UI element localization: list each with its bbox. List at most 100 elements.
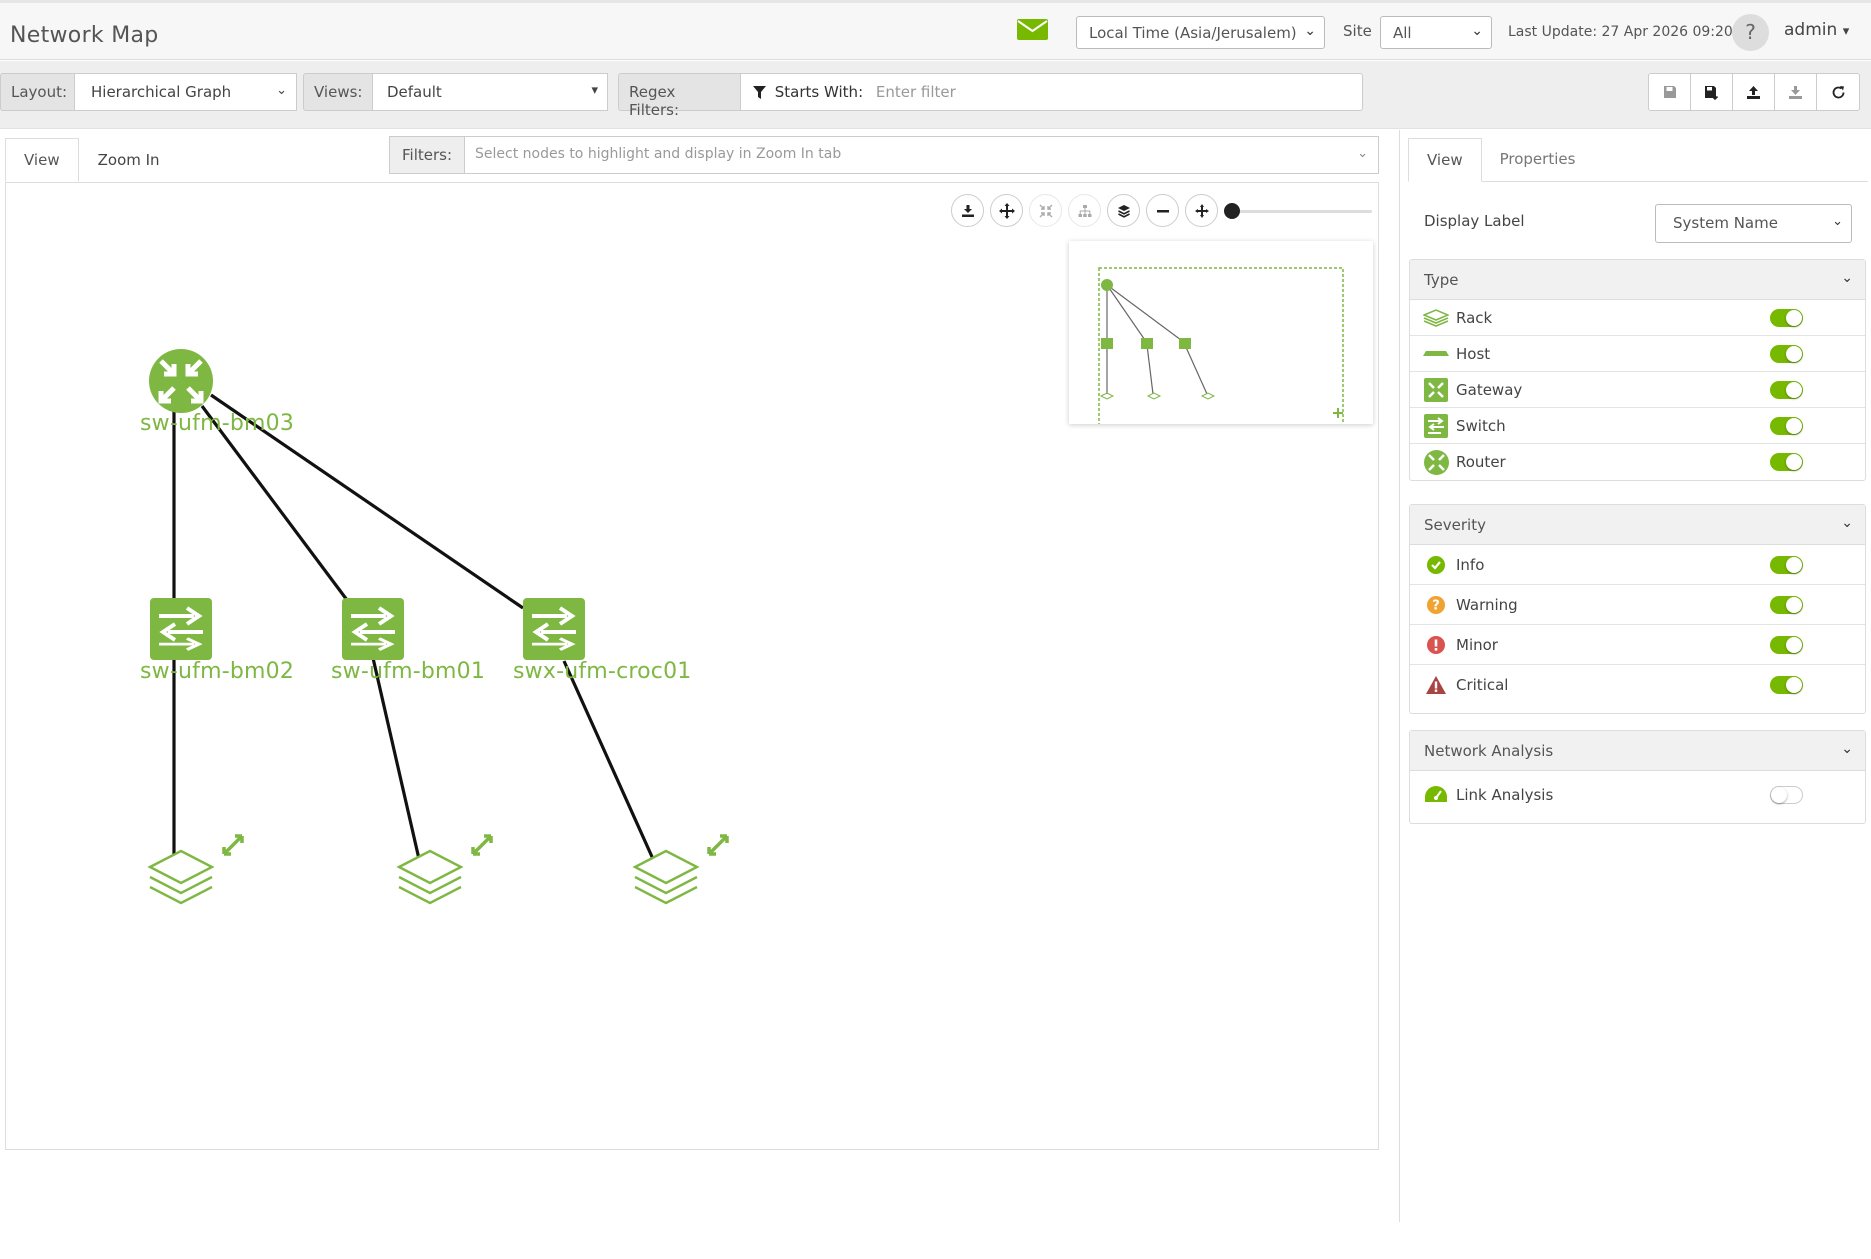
- filter-row-link-analysis: Link Analysis: [1410, 775, 1865, 815]
- graph-link[interactable]: [371, 657, 421, 860]
- chevron-down-icon: ⌄: [276, 83, 287, 98]
- host-icon: [1422, 344, 1450, 364]
- filter-icon: [753, 85, 766, 99]
- tab-view[interactable]: View: [5, 138, 79, 182]
- display-label-value: System Name: [1673, 214, 1778, 232]
- severity-section: Severity ⌄ Info? Warning Minor Critical: [1409, 504, 1866, 714]
- network-analysis-section-header[interactable]: Network Analysis ⌄: [1410, 731, 1865, 771]
- download-icon[interactable]: [1775, 74, 1817, 110]
- switch-node[interactable]: [148, 596, 214, 662]
- chevron-down-icon: ⌄: [1841, 515, 1853, 531]
- help-button[interactable]: ?: [1732, 14, 1769, 51]
- filter-row-label: Warning: [1456, 595, 1518, 614]
- type-section-header[interactable]: Type ⌄: [1410, 260, 1865, 300]
- toggle-switch[interactable]: [1770, 308, 1803, 327]
- switch-icon: [148, 596, 214, 662]
- filter-row-rack: Rack: [1410, 300, 1865, 336]
- rack-icon: [148, 849, 214, 905]
- toggle-switch[interactable]: [1770, 676, 1803, 694]
- router-icon: [149, 349, 213, 413]
- filter-row-info: Info: [1410, 545, 1865, 585]
- toggle-switch[interactable]: [1770, 344, 1803, 363]
- toggle-switch[interactable]: [1770, 555, 1803, 574]
- network-graph-canvas[interactable]: sw-ufm-bm03 sw-ufm-bm02 sw-ufm-bm01 swx-ufm…: [5, 182, 1379, 1150]
- switch-icon: [1422, 413, 1450, 438]
- header: Network Map Local Time (Asia/Jerusalem) …: [0, 0, 1871, 60]
- filter-row-label: Host: [1456, 344, 1491, 363]
- toggle-switch[interactable]: [1770, 416, 1803, 435]
- tab-zoom-in[interactable]: Zoom In: [79, 138, 179, 182]
- map-panel: View Zoom In Filters: Select nodes to hi…: [0, 130, 1400, 1229]
- rack-node[interactable]: [633, 849, 699, 905]
- mail-icon[interactable]: [1017, 19, 1048, 40]
- node-filter-placeholder: Select nodes to highlight and display in…: [475, 146, 842, 162]
- display-label-select[interactable]: System Name ⌄: [1655, 204, 1852, 243]
- switch-node[interactable]: [521, 596, 587, 662]
- layout-select[interactable]: Hierarchical Graph ⌄: [75, 73, 297, 111]
- save-as-icon[interactable]: [1691, 74, 1733, 110]
- switch-node[interactable]: [340, 596, 406, 662]
- views-select[interactable]: Default ▾: [373, 73, 608, 111]
- chevron-down-icon: ⌄: [1357, 146, 1368, 161]
- site-select[interactable]: All ⌄: [1380, 16, 1492, 49]
- chevron-down-icon: ⌄: [1471, 23, 1483, 39]
- regex-filters-label: Regex Filters:: [618, 73, 741, 119]
- severity-section-header[interactable]: Severity ⌄: [1410, 505, 1865, 545]
- starts-with-label: Starts With:: [774, 83, 864, 101]
- rack-node[interactable]: [397, 849, 463, 905]
- page-title: Network Map: [10, 23, 159, 48]
- map-actions: [1648, 73, 1860, 111]
- router-node[interactable]: [149, 349, 213, 413]
- filter-row-critical: Critical: [1410, 665, 1865, 705]
- expand-icon[interactable]: [471, 834, 493, 856]
- rack-icon: [633, 849, 699, 905]
- filter-row-host: Host: [1410, 336, 1865, 372]
- toggle-switch[interactable]: [1770, 786, 1803, 804]
- svg-text:?: ?: [1432, 598, 1440, 613]
- views-value: Default: [387, 83, 442, 101]
- rack-node[interactable]: [148, 849, 214, 905]
- toggle-switch[interactable]: [1770, 595, 1803, 614]
- switch-icon: [340, 596, 406, 662]
- panel-tabs: View Properties: [1408, 138, 1868, 182]
- expand-icon[interactable]: [707, 834, 729, 856]
- rack-icon: [1422, 308, 1450, 328]
- save-icon[interactable]: [1649, 74, 1691, 110]
- warning-icon: ?: [1422, 595, 1450, 615]
- graph-link[interactable]: [562, 660, 655, 860]
- toolbar: Layout: Hierarchical Graph ⌄ Views: Defa…: [0, 61, 1871, 129]
- chevron-down-icon: ⌄: [1304, 23, 1316, 39]
- info-icon: [1422, 555, 1450, 575]
- refresh-icon[interactable]: [1817, 74, 1859, 110]
- tab-properties[interactable]: Properties: [1482, 138, 1594, 182]
- chevron-down-icon: ⌄: [1841, 741, 1853, 757]
- toggle-switch[interactable]: [1770, 635, 1803, 654]
- gauge-icon: [1422, 785, 1450, 805]
- upload-icon[interactable]: [1733, 74, 1775, 110]
- filter-row-label: Router: [1456, 453, 1506, 471]
- last-update: Last Update: 27 Apr 2026 09:20: [1508, 24, 1733, 40]
- rack-icon: [397, 849, 463, 905]
- type-section: Type ⌄ Rack Host Gateway Switch Router: [1409, 259, 1866, 481]
- timezone-value: Local Time (Asia/Jerusalem): [1089, 24, 1297, 42]
- filter-row-warning: ? Warning: [1410, 585, 1865, 625]
- node-label: swx-ufm-croc01: [513, 659, 692, 684]
- filter-placeholder: Enter filter: [875, 83, 956, 101]
- toggle-switch[interactable]: [1770, 380, 1803, 399]
- tab-panel-view[interactable]: View: [1408, 138, 1482, 182]
- chevron-down-icon: ▾: [1842, 24, 1850, 39]
- site-value: All: [1393, 24, 1412, 42]
- filters-label: Filters:: [389, 136, 465, 174]
- expand-icon[interactable]: [222, 834, 244, 856]
- filter-row-router: Router: [1410, 444, 1865, 480]
- toggle-switch[interactable]: [1770, 453, 1803, 471]
- node-filter-input[interactable]: Select nodes to highlight and display in…: [465, 136, 1379, 174]
- layout-label: Layout:: [0, 73, 75, 111]
- network-analysis-section-title: Network Analysis: [1424, 742, 1554, 760]
- site-label: Site: [1343, 22, 1372, 40]
- user-menu[interactable]: admin ▾: [1784, 20, 1849, 40]
- timezone-select[interactable]: Local Time (Asia/Jerusalem) ⌄: [1076, 16, 1325, 49]
- layout-value: Hierarchical Graph: [91, 83, 232, 101]
- regex-filter-input[interactable]: Starts With: Enter filter: [741, 73, 1363, 111]
- filter-row-minor: Minor: [1410, 625, 1865, 665]
